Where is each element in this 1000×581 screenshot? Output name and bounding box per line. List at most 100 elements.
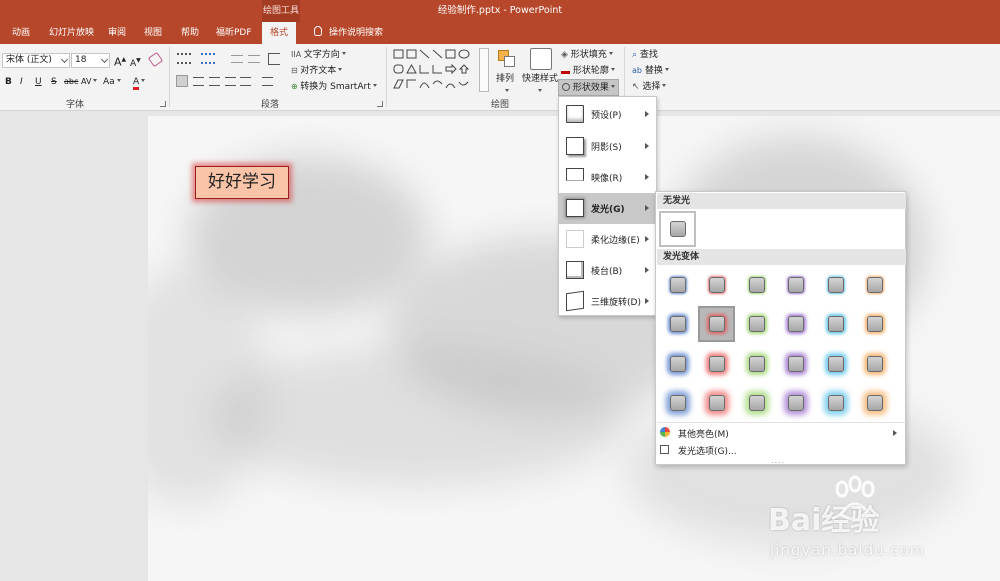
- menu-item-shadow[interactable]: 阴影(S): [559, 131, 656, 162]
- line-spacing-icon[interactable]: [268, 53, 280, 65]
- distributed-icon[interactable]: [240, 77, 251, 86]
- glow-variation-option[interactable]: [777, 306, 814, 342]
- glow-variation-option[interactable]: [738, 306, 775, 342]
- align-left-icon[interactable]: [176, 75, 188, 87]
- glow-variation-option[interactable]: [698, 346, 735, 382]
- menu-item-glow[interactable]: 发光(G): [559, 193, 656, 224]
- glow-variation-option[interactable]: [738, 267, 775, 303]
- bold-button[interactable]: B: [5, 75, 12, 89]
- font-dialog-launcher-icon[interactable]: [160, 101, 166, 107]
- glow-variation-option[interactable]: [777, 385, 814, 421]
- change-case-button[interactable]: Aa: [103, 75, 121, 89]
- quick-styles-button[interactable]: 快速样式: [522, 72, 558, 86]
- tab-help[interactable]: 帮助: [181, 22, 199, 44]
- glow-variation-option[interactable]: [698, 306, 736, 343]
- menu-item-reflection[interactable]: 映像(R): [559, 162, 656, 193]
- glow-variation-option[interactable]: [817, 385, 854, 421]
- align-text-button[interactable]: ⊟ 对齐文本: [291, 64, 343, 78]
- resize-grip-icon[interactable]: ....: [771, 456, 785, 465]
- glow-variation-option[interactable]: [659, 267, 696, 303]
- glow-preview-icon: [670, 394, 686, 411]
- text-direction-button[interactable]: IIA 文字方向: [291, 48, 346, 62]
- glow-preview-icon: [670, 316, 686, 333]
- glow-variation-option[interactable]: [659, 346, 696, 382]
- glow-variation-option[interactable]: [856, 267, 893, 303]
- shapes-gallery[interactable]: [392, 48, 478, 92]
- pen-icon: [561, 65, 570, 74]
- glow-variation-option[interactable]: [777, 346, 814, 382]
- glow-submenu: 无发光 发光变体 其他亮色(M) 发光选项(G)... ....: [655, 191, 906, 465]
- font-size-value: 18: [75, 55, 87, 65]
- caret-down-icon: [610, 85, 615, 88]
- strikethrough-button[interactable]: S: [51, 75, 57, 89]
- glow-variation-option[interactable]: [856, 306, 893, 342]
- glow-variation-option[interactable]: [817, 267, 854, 303]
- decrease-indent-icon[interactable]: [231, 55, 243, 63]
- bullets-icon[interactable]: [177, 53, 191, 64]
- shapes-gallery-scrollbar[interactable]: [479, 48, 489, 92]
- underline-button[interactable]: U: [35, 75, 42, 89]
- find-button[interactable]: ⌕ 查找: [632, 48, 658, 62]
- glow-options-item[interactable]: 发光选项(G)...: [678, 444, 737, 457]
- glow-variation-option[interactable]: [659, 385, 696, 421]
- glow-variation-option[interactable]: [659, 306, 696, 342]
- more-glow-colors-item[interactable]: 其他亮色(M): [678, 427, 729, 440]
- tab-review[interactable]: 审阅: [108, 22, 126, 44]
- glow-variation-option[interactable]: [738, 346, 775, 382]
- shape-outline-button[interactable]: 形状轮廓: [561, 64, 615, 78]
- tab-view[interactable]: 视图: [144, 22, 162, 44]
- window-title: 经验制作.pptx - PowerPoint: [437, 5, 563, 16]
- increase-indent-icon[interactable]: [248, 55, 260, 63]
- tab-format[interactable]: 格式: [262, 22, 297, 44]
- menu-item-3d-rotation[interactable]: 三维旋转(D): [559, 286, 656, 317]
- font-color-button[interactable]: A: [133, 75, 146, 90]
- glow-variation-option[interactable]: [698, 385, 735, 421]
- glow-preview-icon: [867, 355, 883, 372]
- submenu-arrow-icon: [893, 430, 897, 436]
- glow-variations-heading: 发光变体: [657, 249, 906, 265]
- paragraph-dialog-launcher-icon[interactable]: [377, 101, 383, 107]
- group-separator: [386, 47, 387, 107]
- glow-variation-option[interactable]: [856, 385, 893, 421]
- text-shadow-button[interactable]: abc: [64, 75, 78, 89]
- tell-me-search[interactable]: 操作说明搜索: [314, 22, 383, 44]
- clear-formatting-icon[interactable]: [147, 51, 164, 68]
- menu-item-bevel[interactable]: 棱台(B): [559, 255, 656, 286]
- align-center-icon[interactable]: [193, 77, 204, 86]
- caret-down-icon: [93, 79, 98, 82]
- font-size-combobox[interactable]: 18: [71, 53, 110, 68]
- tab-foxit-pdf[interactable]: 福昕PDF: [216, 22, 252, 44]
- glow-variation-option[interactable]: [856, 346, 893, 382]
- menu-item-preset[interactable]: 预设(P): [559, 99, 656, 130]
- menu-item-soft-edges[interactable]: 柔化边缘(E): [559, 224, 656, 255]
- glow-preview-icon: [748, 394, 765, 411]
- justify-icon[interactable]: [225, 77, 236, 86]
- font-name-combobox[interactable]: 宋体 (正文): [2, 53, 70, 68]
- submenu-arrow-icon: [645, 111, 649, 117]
- replace-button[interactable]: ab 替换: [632, 64, 669, 78]
- numbering-icon[interactable]: [201, 53, 215, 64]
- glow-variation-option[interactable]: [698, 267, 735, 303]
- arrange-button[interactable]: 排列: [496, 72, 514, 86]
- shrink-font-button[interactable]: A▼: [130, 54, 141, 71]
- glow-variation-option[interactable]: [738, 385, 775, 421]
- align-right-icon[interactable]: [209, 77, 220, 86]
- columns-icon[interactable]: [262, 77, 273, 86]
- convert-smartart-button[interactable]: ⊕ 转换为 SmartArt: [291, 80, 377, 94]
- quick-styles-label: 快速样式: [522, 74, 559, 84]
- glow-variation-option[interactable]: [817, 306, 854, 342]
- glow-variation-option[interactable]: [777, 267, 814, 303]
- glow-preview-icon: [827, 355, 844, 372]
- grow-font-button[interactable]: A▲: [114, 53, 126, 70]
- tab-animations[interactable]: 动画: [12, 22, 30, 44]
- arrange-label: 排列: [496, 74, 515, 84]
- no-glow-option[interactable]: [659, 211, 696, 247]
- shape-fill-button[interactable]: ◈ 形状填充: [561, 48, 613, 62]
- tab-slideshow[interactable]: 幻灯片放映: [49, 22, 94, 44]
- select-button[interactable]: ↖ 选择: [632, 80, 667, 94]
- slide-textbox[interactable]: 好好学习: [195, 166, 289, 199]
- italic-button[interactable]: I: [20, 75, 23, 89]
- shape-effects-button[interactable]: 形状效果: [558, 79, 619, 96]
- char-spacing-button[interactable]: AV: [81, 75, 98, 89]
- glow-variation-option[interactable]: [817, 346, 854, 382]
